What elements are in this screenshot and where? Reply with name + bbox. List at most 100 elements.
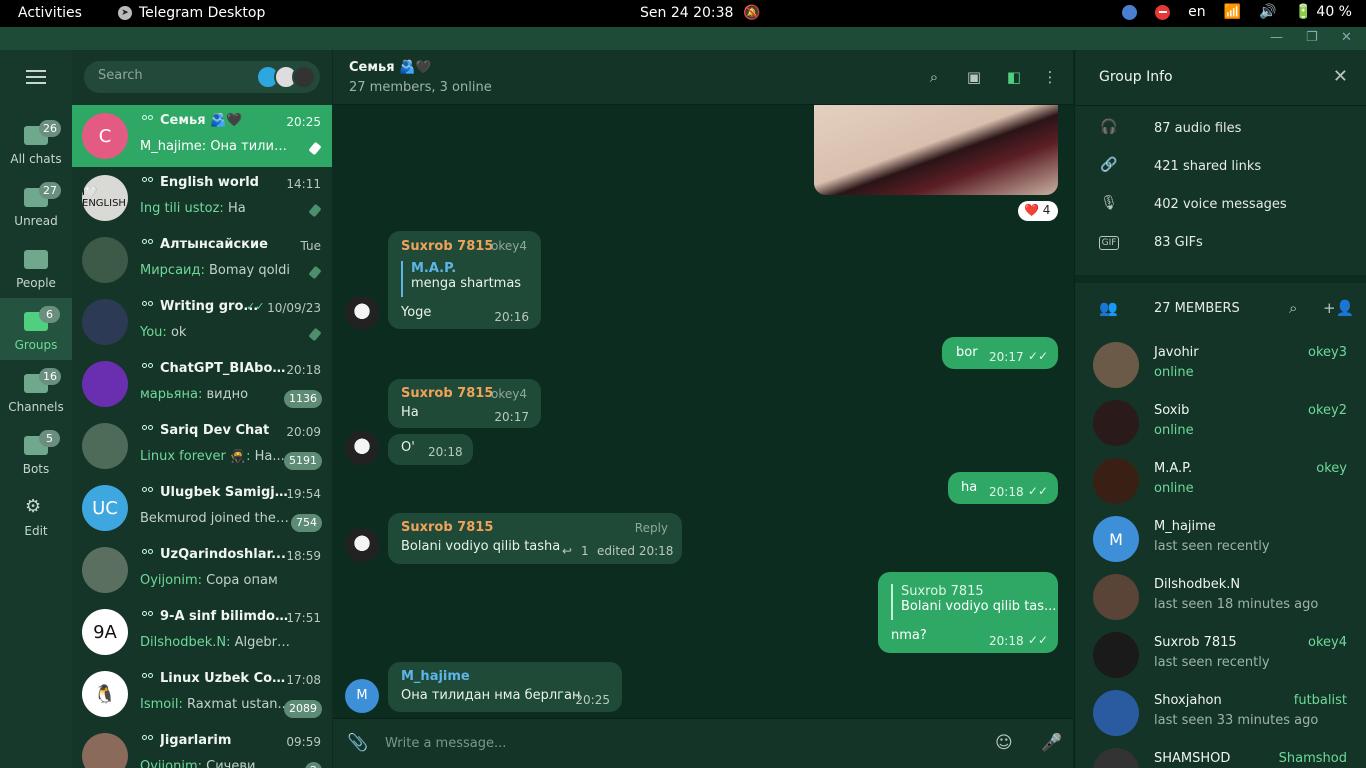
app-menu[interactable]: ➤ Telegram Desktop [118,5,265,21]
avatar[interactable] [345,431,379,465]
maximize-icon[interactable]: ❐ [1306,30,1318,45]
preview-text: Она тилида... [210,139,292,154]
microphone-icon[interactable]: 🎤 [1041,733,1062,753]
chat-list-item[interactable]: Jigarlarim 09:59 Oyijonim: Сичеви 2 [72,725,332,768]
member-list-item[interactable]: Javohir online okey3 [1075,337,1366,395]
close-icon[interactable]: ✕ [1333,66,1348,87]
folder-edit[interactable]: ⚙ Edit [0,484,72,546]
preview-sender: Linux forever 🥷: [140,449,251,464]
avatar[interactable]: M [345,679,379,713]
member-name: Dilshodbek.N [1154,577,1241,592]
member-status: last seen recently [1154,655,1270,670]
message-time: 20:18 [989,634,1024,648]
replies-icon[interactable]: ↩ [562,544,572,558]
photo-message[interactable] [814,105,1058,195]
updates-icon[interactable] [1122,4,1138,20]
member-list-item[interactable]: SHAMSHOD Shamshod [1075,743,1366,768]
message-bubble[interactable]: bor 20:17 ✓✓ [942,337,1058,369]
message-author[interactable]: M_hajime [401,669,470,684]
message-bubble[interactable]: Suxrob 7815 okey4 M.A.P. menga shartmas … [388,231,541,329]
folder-all-chats[interactable]: 26 All chats [0,112,72,174]
member-name: M.A.P. [1154,461,1193,476]
member-list-item[interactable]: Suxrob 7815 last seen recently okey4 [1075,627,1366,685]
bell-off-icon: 🔕 [743,5,761,21]
chat-list-item[interactable]: ChatGPT_BIAbot ... 20:18 марьяна: видно 113… [72,353,332,415]
folder-label: Bots [22,462,50,476]
chat-time: 17:08 [286,673,321,687]
folder-channels[interactable]: 16 Channels [0,360,72,422]
member-list-item[interactable]: M.A.P. online okey [1075,453,1366,511]
search-icon[interactable]: ⌕ [925,68,943,86]
message-input[interactable]: Write a message... [385,736,506,751]
avatar[interactable] [345,528,379,562]
unread-count-badge: 1136 [284,390,322,408]
message-bubble[interactable]: ha 20:18 ✓✓ [948,472,1058,504]
message-bubble[interactable]: Suxrob 7815 Reply Bolani vodiyo qilib ta… [388,513,682,564]
group-info-panel: Group Info ✕ 🎧 87 audio files 🔗 421 shared… [1074,50,1366,768]
member-list-item[interactable]: Dilshodbek.N last seen 18 minutes ago [1075,569,1366,627]
reply-quote[interactable]: M.A.P. menga shartmas [401,261,521,297]
message-bubble[interactable]: M_hajime Она тилидан нма берлган 20:25 [388,662,622,712]
folder-bots[interactable]: 5 Bots [0,422,72,484]
chat-preview: Ing tili ustoz: Ha [140,201,292,216]
preview-sender: Oyijonim: [140,573,202,588]
reply-button[interactable]: Reply [635,521,668,535]
quote-text: Bolani vodiyo qilib tas... [901,599,1057,614]
chat-list-item[interactable]: UzQarindoshlar... 18:59 Oyijonim: Сора опа… [72,539,332,601]
chat-list-item[interactable]: Алтынсайские Tue Мирсаид: Bomay qoldi [72,229,332,291]
message-time: 20:18 [428,445,463,459]
message-author[interactable]: Suxrob 7815 [401,520,493,535]
avatar [1093,748,1139,768]
chat-list-item[interactable]: 🐧 Linux Uzbek Com... 17:08 Ismoil: Raxmat u… [72,663,332,725]
add-member-icon[interactable]: +👤 [1323,299,1354,317]
folder-people[interactable]: People [0,236,72,298]
chat-time: 20:09 [286,425,321,439]
language-indicator[interactable]: en [1188,4,1206,20]
member-list-item[interactable]: Soxib online okey2 [1075,395,1366,453]
message-text: ha [961,480,978,495]
video-chat-icon[interactable]: ▣ [965,68,983,86]
member-list-item[interactable]: Shoxjahon last seen 33 minutes ago futbali… [1075,685,1366,743]
chat-list-item[interactable]: С Семья 🫂🖤 20:25 M_hajime: Она тилида... [72,105,332,167]
message-bubble[interactable]: O' 20:18 [388,434,473,465]
voice-messages-row[interactable]: 🎙 402 voice messages [1075,186,1366,224]
do-not-disturb-icon[interactable] [1155,4,1171,20]
sidebar-toggle-icon[interactable]: ◧ [1005,68,1023,86]
chat-header[interactable]: Семья 🫂🖤 27 members, 3 online ⌕ ▣ ◧ ⋮ [333,50,1073,105]
shared-links-row[interactable]: 🔗 421 shared links [1075,148,1366,186]
minimize-icon[interactable]: — [1270,30,1283,45]
more-menu-icon[interactable]: ⋮ [1041,68,1059,86]
system-tray[interactable]: en 📶 🔊 🔋 40 % [1122,4,1352,20]
attach-icon[interactable]: 📎 [347,733,368,753]
message-author[interactable]: Suxrob 7815 [401,386,493,401]
folder-unread[interactable]: 27 Unread [0,174,72,236]
media-count-label: 83 GIFs [1154,235,1203,250]
search-input[interactable]: Search [84,61,320,93]
chat-list-item[interactable]: 9A 9-A sinf bilimdonl... 17:51 Dilshodbek.N… [72,601,332,663]
chat-list-item[interactable]: Sariq Dev Chat 20:09 Linux forever 🥷: Ha..… [72,415,332,477]
replies-count[interactable]: 1 [581,544,589,558]
avatar [1093,632,1139,678]
battery-indicator: 🔋 40 % [1294,4,1352,20]
folder-groups[interactable]: 6 Groups [0,298,72,360]
emoji-icon[interactable]: ☺ [995,733,1013,753]
close-window-icon[interactable]: ✕ [1341,30,1352,45]
clock[interactable]: Sen 24 20:38 [640,5,733,21]
story-avatars[interactable] [256,65,316,89]
search-members-icon[interactable]: ⌕ [1289,299,1297,317]
avatar[interactable] [345,296,379,330]
member-list-item[interactable]: M M_hajime last seen recently [1075,511,1366,569]
preview-text: Algebradan u... [234,635,292,650]
activities-button[interactable]: Activities [18,5,82,21]
gifs-row[interactable]: GIF 83 GIFs [1075,224,1366,262]
reply-quote[interactable]: Suxrob 7815 Bolani vodiyo qilib tas... [891,584,1056,620]
reaction-badge[interactable]: ❤️ 4 [1018,201,1058,221]
message-author[interactable]: Suxrob 7815 [401,239,493,254]
chat-list-item[interactable]: Writing gro... ✓✓ 10/09/23 You: ok [72,291,332,353]
chat-list-item[interactable]: UC Ulugbek Samigjo... 19:54 Bekmurod joine… [72,477,332,539]
chat-list-item[interactable]: I🤍 ENGLISH English world 14:11 Ing tili ust… [72,167,332,229]
message-bubble[interactable]: Suxrob 7815 okey4 Ha 20:17 [388,379,541,428]
audio-files-row[interactable]: 🎧 87 audio files [1075,110,1366,148]
message-bubble[interactable]: Suxrob 7815 Bolani vodiyo qilib tas... n… [878,572,1058,653]
main-menu-icon[interactable] [26,70,46,88]
